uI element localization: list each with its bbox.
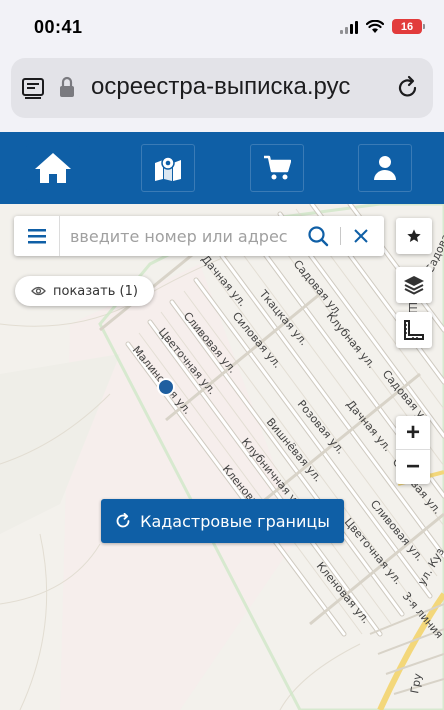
cart-icon (264, 155, 291, 180)
map-button[interactable] (141, 144, 195, 192)
menu-button[interactable] (14, 216, 60, 256)
user-button[interactable] (358, 144, 412, 192)
wifi-icon (366, 19, 384, 33)
user-icon (374, 156, 396, 180)
star-icon (407, 229, 421, 242)
search-divider (340, 227, 341, 245)
eye-icon (31, 286, 46, 296)
ruler-icon (404, 320, 424, 340)
location-marker[interactable] (157, 378, 175, 396)
search-icon[interactable] (306, 224, 330, 248)
show-results-label: показать (1) (53, 283, 138, 299)
status-time: 00:41 (34, 17, 83, 37)
zoom-in-button[interactable]: + (396, 416, 430, 450)
layers-button[interactable] (396, 267, 432, 303)
home-icon (35, 153, 71, 183)
status-bar: 00:41 16 (0, 0, 444, 54)
address-bar[interactable]: осреестра-выписка.рус (11, 58, 433, 118)
layers-icon (404, 276, 424, 295)
ruler-button[interactable] (396, 312, 432, 348)
app-nav-bar (0, 132, 444, 204)
lock-icon (60, 76, 74, 97)
battery-icon: 16 (392, 19, 425, 34)
close-icon[interactable] (350, 225, 372, 247)
cart-button[interactable] (250, 144, 304, 192)
cadastre-boundaries-label: Кадастровые границы (140, 511, 330, 531)
refresh-icon (116, 513, 130, 528)
map-view[interactable]: Дачная ул. Садовая ул. Ткацкая ул. Силов… (0, 204, 444, 710)
map-pin-icon (155, 156, 181, 181)
zoom-controls: + − (396, 416, 430, 484)
browser-toolbar: осреестра-выписка.рус (0, 54, 444, 132)
status-indicators: 16 (340, 19, 425, 34)
home-button[interactable] (26, 144, 80, 192)
cadastre-boundaries-button[interactable]: Кадастровые границы (101, 499, 344, 543)
signal-icon (340, 20, 358, 34)
url-text: осреестра-выписка.рус (91, 73, 351, 100)
hamburger-menu-icon (27, 229, 46, 244)
zoom-out-button[interactable]: − (396, 450, 430, 484)
reload-icon[interactable] (395, 75, 421, 101)
search-input[interactable] (70, 224, 300, 248)
favorites-button[interactable] (396, 218, 432, 254)
page-menu-icon[interactable] (21, 76, 45, 100)
show-results-button[interactable]: показать (1) (15, 276, 154, 306)
battery-level: 16 (400, 20, 414, 33)
search-panel (14, 216, 384, 256)
